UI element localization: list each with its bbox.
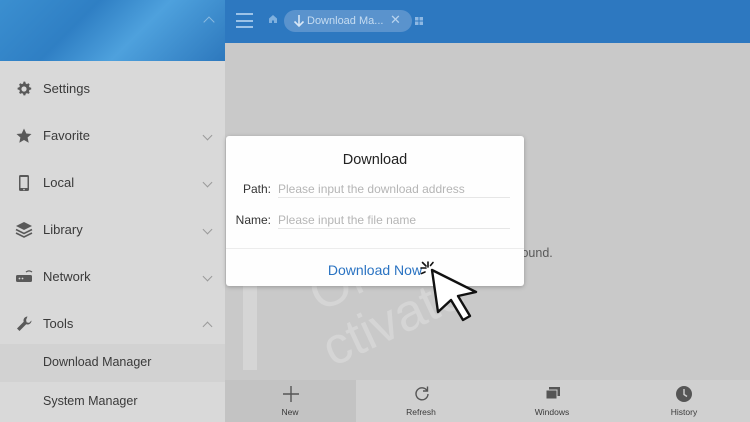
sidebar-subitem-label: Download Manager: [43, 355, 152, 369]
sidebar-item-network[interactable]: Network: [0, 254, 225, 300]
gear-icon: [17, 81, 32, 96]
phone-icon: [19, 175, 29, 191]
sidebar-subitem-download-manager[interactable]: Download Manager: [0, 344, 225, 382]
close-icon[interactable]: ✕: [390, 12, 401, 28]
star-icon: [16, 128, 32, 143]
sidebar-subitem-label: System Manager: [43, 394, 138, 408]
sidebar-item-label: Network: [43, 269, 91, 284]
sidebar-subitem-system-manager[interactable]: System Manager: [0, 383, 225, 421]
new-button[interactable]: New: [225, 380, 356, 422]
download-arrow-icon: [293, 15, 305, 28]
sidebar-item-settings[interactable]: Settings: [0, 66, 225, 112]
sidebar-header: [0, 0, 225, 61]
sidebar-item-tools[interactable]: Tools: [0, 301, 225, 347]
clock-icon: [676, 386, 692, 402]
sidebar-item-label: Settings: [43, 81, 90, 96]
sidebar-item-local[interactable]: Local: [0, 160, 225, 206]
chevron-down-icon: [202, 130, 213, 141]
mouse-pointer-icon: [420, 261, 478, 322]
path-input[interactable]: [278, 181, 510, 198]
refresh-button[interactable]: Refresh: [356, 380, 487, 422]
sidebar-item-label: Local: [43, 175, 75, 190]
home-icon[interactable]: [268, 14, 278, 24]
layers-icon: [15, 222, 33, 238]
refresh-label: Refresh: [406, 407, 436, 417]
router-icon: [16, 270, 33, 282]
path-label: Path:: [242, 182, 271, 196]
sidebar-item-label: Favorite: [43, 128, 90, 143]
new-label: New: [281, 407, 299, 417]
hamburger-menu-icon[interactable]: [236, 13, 253, 28]
add-tab-icon[interactable]: [415, 17, 423, 25]
sidebar-item-label: Library: [43, 222, 83, 237]
plus-icon: [283, 386, 299, 402]
tab-label: Download Ma...: [307, 15, 384, 27]
name-input[interactable]: [278, 212, 510, 229]
windows-button[interactable]: Windows: [487, 380, 618, 422]
history-button[interactable]: History: [618, 380, 750, 422]
wrench-icon: [17, 316, 32, 331]
dialog-title: Download: [342, 152, 408, 168]
name-label: Name:: [235, 213, 271, 227]
refresh-icon: [415, 386, 429, 401]
windows-label: Windows: [534, 407, 570, 417]
sidebar-item-favorite[interactable]: Favorite: [0, 113, 225, 159]
sidebar-item-library[interactable]: Library: [0, 207, 225, 253]
history-label: History: [670, 407, 698, 417]
windows-stack-icon: [545, 387, 560, 400]
sidebar-item-label: Tools: [43, 316, 74, 331]
